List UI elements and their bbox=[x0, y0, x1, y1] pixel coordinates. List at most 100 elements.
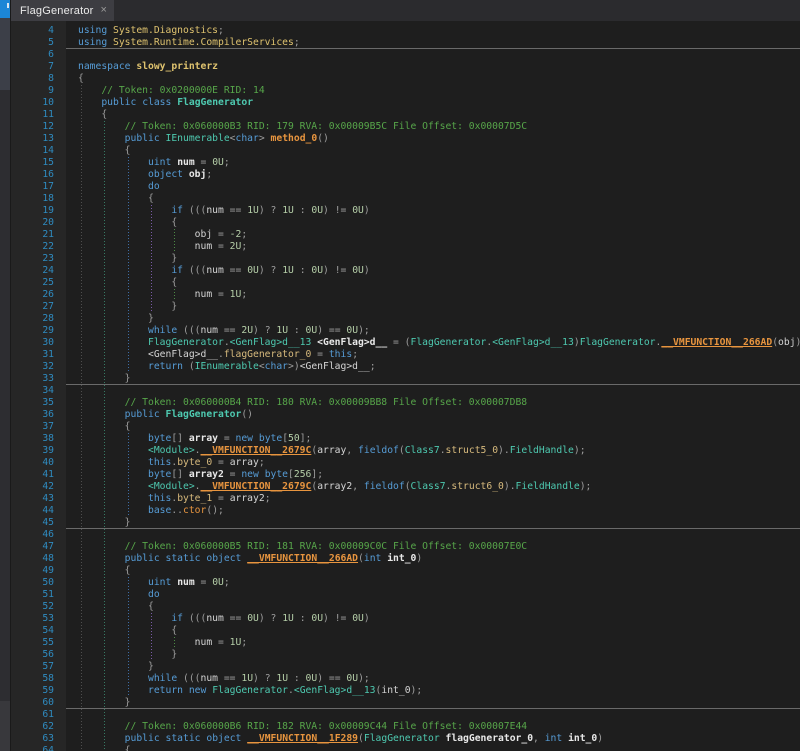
code-line[interactable]: 61 bbox=[11, 709, 800, 721]
line-number[interactable]: 6 bbox=[11, 49, 66, 61]
code-line[interactable]: 26 num = 1U; bbox=[11, 289, 800, 301]
code-line[interactable]: 63 public static object __VMFUNCTION__1F… bbox=[11, 733, 800, 745]
line-number[interactable]: 57 bbox=[11, 661, 66, 673]
code-line[interactable]: 47 // Token: 0x060000B5 RID: 181 RVA: 0x… bbox=[11, 541, 800, 553]
code-line[interactable]: 45 } bbox=[11, 517, 800, 529]
code-line[interactable]: 20 { bbox=[11, 217, 800, 229]
code-line[interactable]: 52 { bbox=[11, 601, 800, 613]
line-number[interactable]: 41 bbox=[11, 469, 66, 481]
line-number[interactable]: 4 bbox=[11, 25, 66, 37]
code-line[interactable]: 4using System.Diagnostics; bbox=[11, 25, 800, 37]
code-line[interactable]: 37 { bbox=[11, 421, 800, 433]
line-number[interactable]: 32 bbox=[11, 361, 66, 373]
line-number[interactable]: 62 bbox=[11, 721, 66, 733]
line-number[interactable]: 45 bbox=[11, 517, 66, 529]
code-editor[interactable]: 4using System.Diagnostics;5using System.… bbox=[11, 21, 800, 751]
line-number[interactable]: 8 bbox=[11, 73, 66, 85]
line-number[interactable]: 27 bbox=[11, 301, 66, 313]
line-number[interactable]: 15 bbox=[11, 157, 66, 169]
code-line[interactable]: 6 bbox=[11, 49, 800, 61]
line-number[interactable]: 21 bbox=[11, 229, 66, 241]
code-line[interactable]: 35 // Token: 0x060000B4 RID: 180 RVA: 0x… bbox=[11, 397, 800, 409]
code-line[interactable]: 31 <GenFlag>d__.flagGenerator_0 = this; bbox=[11, 349, 800, 361]
code-line[interactable]: 64 { bbox=[11, 745, 800, 751]
code-line[interactable]: 42 <Module>.__VMFUNCTION__2679C(array2, … bbox=[11, 481, 800, 493]
line-number[interactable]: 9 bbox=[11, 85, 66, 97]
line-number[interactable]: 12 bbox=[11, 121, 66, 133]
line-number[interactable]: 37 bbox=[11, 421, 66, 433]
line-number[interactable]: 50 bbox=[11, 577, 66, 589]
code-line[interactable]: 44 base..ctor(); bbox=[11, 505, 800, 517]
line-number[interactable]: 51 bbox=[11, 589, 66, 601]
line-number[interactable]: 20 bbox=[11, 217, 66, 229]
code-line[interactable]: 56 } bbox=[11, 649, 800, 661]
code-line[interactable]: 48 public static object __VMFUNCTION__26… bbox=[11, 553, 800, 565]
code-line[interactable]: 16 object obj; bbox=[11, 169, 800, 181]
line-number[interactable]: 43 bbox=[11, 493, 66, 505]
code-line[interactable]: 24 if (((num == 0U) ? 1U : 0U) != 0U) bbox=[11, 265, 800, 277]
line-number[interactable]: 7 bbox=[11, 61, 66, 73]
line-number[interactable]: 19 bbox=[11, 205, 66, 217]
line-number[interactable]: 46 bbox=[11, 529, 66, 541]
line-number[interactable]: 40 bbox=[11, 457, 66, 469]
line-number[interactable]: 56 bbox=[11, 649, 66, 661]
line-number[interactable]: 35 bbox=[11, 397, 66, 409]
code-line[interactable]: 34 bbox=[11, 385, 800, 397]
code-line[interactable]: 41 byte[] array2 = new byte[256]; bbox=[11, 469, 800, 481]
line-number[interactable]: 61 bbox=[11, 709, 66, 721]
code-line[interactable]: 30 FlagGenerator.<GenFlag>d__13 <GenFlag… bbox=[11, 337, 800, 349]
line-number[interactable]: 23 bbox=[11, 253, 66, 265]
code-line[interactable]: 7namespace slowy_printerz bbox=[11, 61, 800, 73]
code-line[interactable]: 40 this.byte_0 = array; bbox=[11, 457, 800, 469]
code-line[interactable]: 23 } bbox=[11, 253, 800, 265]
code-line[interactable]: 5using System.Runtime.CompilerServices; bbox=[11, 37, 800, 49]
line-number[interactable]: 22 bbox=[11, 241, 66, 253]
line-number[interactable]: 5 bbox=[11, 37, 66, 49]
code-line[interactable]: 13 public IEnumerable<char> method_0() bbox=[11, 133, 800, 145]
code-line[interactable]: 17 do bbox=[11, 181, 800, 193]
code-line[interactable]: 51 do bbox=[11, 589, 800, 601]
line-number[interactable]: 14 bbox=[11, 145, 66, 157]
line-number[interactable]: 31 bbox=[11, 349, 66, 361]
code-line[interactable]: 12 // Token: 0x060000B3 RID: 179 RVA: 0x… bbox=[11, 121, 800, 133]
line-number[interactable]: 36 bbox=[11, 409, 66, 421]
code-line[interactable]: 54 { bbox=[11, 625, 800, 637]
code-line[interactable]: 19 if (((num == 1U) ? 1U : 0U) != 0U) bbox=[11, 205, 800, 217]
code-line[interactable]: 36 public FlagGenerator() bbox=[11, 409, 800, 421]
code-line[interactable]: 28 } bbox=[11, 313, 800, 325]
code-line[interactable]: 60 } bbox=[11, 697, 800, 709]
code-line[interactable]: 46 bbox=[11, 529, 800, 541]
line-number[interactable]: 60 bbox=[11, 697, 66, 709]
code-line[interactable]: 15 uint num = 0U; bbox=[11, 157, 800, 169]
line-number[interactable]: 30 bbox=[11, 337, 66, 349]
code-line[interactable]: 39 <Module>.__VMFUNCTION__2679C(array, f… bbox=[11, 445, 800, 457]
line-number[interactable]: 58 bbox=[11, 673, 66, 685]
line-number[interactable]: 47 bbox=[11, 541, 66, 553]
code-line[interactable]: 21 obj = -2; bbox=[11, 229, 800, 241]
line-number[interactable]: 59 bbox=[11, 685, 66, 697]
line-number[interactable]: 44 bbox=[11, 505, 66, 517]
code-line[interactable]: 32 return (IEnumerable<char>)<GenFlag>d_… bbox=[11, 361, 800, 373]
code-line[interactable]: 49 { bbox=[11, 565, 800, 577]
code-line[interactable]: 62 // Token: 0x060000B6 RID: 182 RVA: 0x… bbox=[11, 721, 800, 733]
code-line[interactable]: 14 { bbox=[11, 145, 800, 157]
line-number[interactable]: 11 bbox=[11, 109, 66, 121]
code-line[interactable]: 53 if (((num == 0U) ? 1U : 0U) != 0U) bbox=[11, 613, 800, 625]
code-line[interactable]: 58 while (((num == 1U) ? 1U : 0U) == 0U)… bbox=[11, 673, 800, 685]
line-number[interactable]: 64 bbox=[11, 745, 66, 751]
code-line[interactable]: 29 while (((num == 2U) ? 1U : 0U) == 0U)… bbox=[11, 325, 800, 337]
line-number[interactable]: 55 bbox=[11, 637, 66, 649]
line-number[interactable]: 13 bbox=[11, 133, 66, 145]
close-icon[interactable]: × bbox=[101, 5, 107, 16]
line-number[interactable]: 34 bbox=[11, 385, 66, 397]
line-number[interactable]: 10 bbox=[11, 97, 66, 109]
line-number[interactable]: 48 bbox=[11, 553, 66, 565]
line-number[interactable]: 29 bbox=[11, 325, 66, 337]
line-number[interactable]: 25 bbox=[11, 277, 66, 289]
line-number[interactable]: 53 bbox=[11, 613, 66, 625]
line-number[interactable]: 18 bbox=[11, 193, 66, 205]
line-number[interactable]: 17 bbox=[11, 181, 66, 193]
code-line[interactable]: 18 { bbox=[11, 193, 800, 205]
line-number[interactable]: 49 bbox=[11, 565, 66, 577]
line-number[interactable]: 24 bbox=[11, 265, 66, 277]
